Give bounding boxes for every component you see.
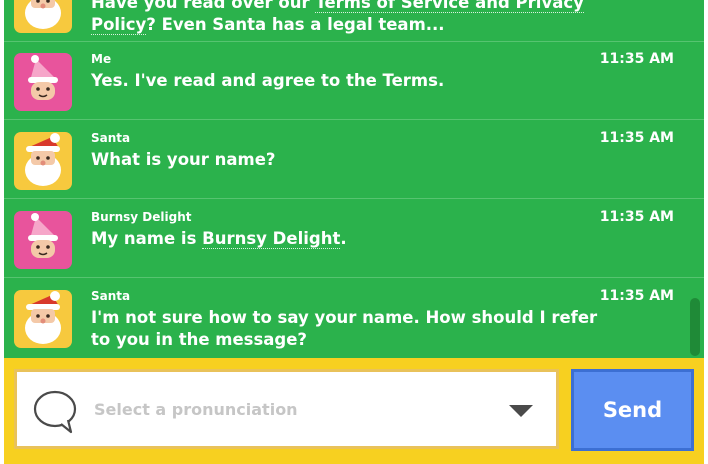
elf-avatar	[14, 211, 72, 269]
speech-bubble-icon	[31, 389, 79, 439]
send-button[interactable]: Send	[571, 369, 694, 451]
message-text: Yes. I've read and agree to the Terms.	[91, 71, 445, 90]
message-text: Have you read over our Terms of Service …	[91, 0, 611, 36]
name-link[interactable]: Burnsy Delight	[202, 229, 341, 249]
chat-scrollbar[interactable]	[690, 298, 700, 356]
message-time: 11:35 AM	[599, 51, 674, 67]
message-sender: Santa	[91, 131, 131, 145]
select-placeholder: Select a pronunciation	[94, 400, 298, 419]
pronunciation-select[interactable]: Select a pronunciation	[14, 369, 559, 449]
message-text: What is your name?	[91, 150, 276, 169]
chat-message: Santa 11:35 AM I'm not sure how to say y…	[4, 278, 704, 358]
chat-message: Me 11:35 AM Yes. I've read and agree to …	[4, 41, 704, 120]
message-text: I'm not sure how to say your name. How s…	[91, 308, 598, 349]
chat-message: Have you read over our Terms of Service …	[4, 0, 704, 42]
santa-avatar	[14, 132, 72, 190]
message-time: 11:35 AM	[599, 130, 674, 146]
santa-avatar	[14, 0, 72, 33]
composer-bar: Select a pronunciation Send	[4, 358, 704, 464]
chat-message: Santa 11:35 AM What is your name?	[4, 120, 704, 199]
santa-avatar	[14, 290, 72, 348]
chat-transcript[interactable]: Have you read over our Terms of Service …	[4, 0, 704, 358]
message-time: 11:35 AM	[599, 209, 674, 225]
message-time: 11:35 AM	[599, 288, 674, 304]
message-sender: Burnsy Delight	[91, 210, 192, 224]
elf-avatar	[14, 53, 72, 111]
caret-down-icon[interactable]	[509, 405, 533, 417]
chat-message: Burnsy Delight 11:35 AM My name is Burns…	[4, 199, 704, 278]
message-sender: Me	[91, 52, 112, 66]
message-text: My name is Burnsy Delight.	[91, 229, 347, 249]
message-sender: Santa	[91, 289, 131, 303]
